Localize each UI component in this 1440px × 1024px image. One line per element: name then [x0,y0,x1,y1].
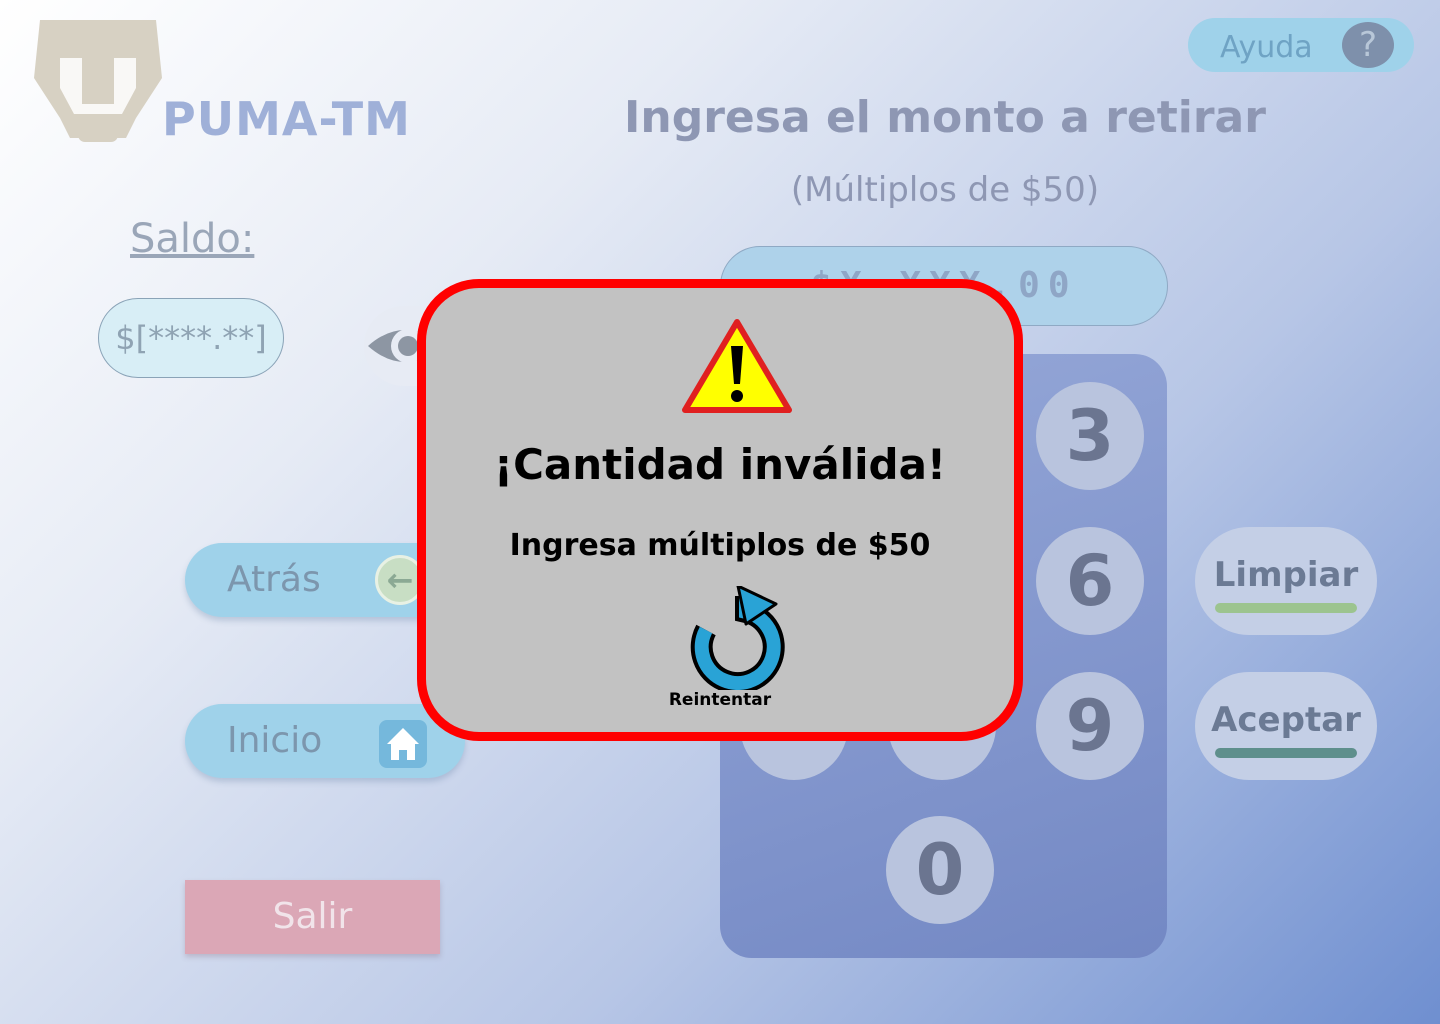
home-label: Inicio [227,720,323,761]
brand-name: PUMA-TM [162,92,411,146]
accept-button[interactable]: Aceptar [1195,672,1377,780]
dialog-message: Ingresa múltiplos de $50 [509,528,931,563]
clear-underline [1215,603,1357,613]
balance-label: Saldo: [130,216,255,262]
retry-icon[interactable] [684,586,788,690]
page-subtitle: (Múltiplos de $50) [790,170,1100,210]
help-label: Ayuda [1220,30,1313,65]
retry-label[interactable]: Reintentar [426,690,1014,710]
dialog-title: ¡Cantidad inválida! [493,440,947,489]
back-label: Atrás [227,559,321,600]
key-9[interactable]: 9 [1036,672,1144,780]
home-icon [379,720,427,768]
key-3[interactable]: 3 [1036,382,1144,490]
puma-logo-icon [34,20,162,142]
clear-label: Limpiar [1213,555,1359,595]
key-6[interactable]: 6 [1036,527,1144,635]
help-button[interactable]: Ayuda ? [1188,18,1414,72]
balance-value: $[****.**] [98,298,284,378]
accept-underline [1215,748,1357,758]
accept-label: Aceptar [1211,700,1361,740]
home-button[interactable]: Inicio [185,704,465,778]
key-0[interactable]: 0 [886,816,994,924]
warning-icon [682,319,792,413]
exit-button[interactable]: Salir [185,880,440,954]
clear-button[interactable]: Limpiar [1195,527,1377,635]
error-dialog: ¡Cantidad inválida! Ingresa múltiplos de… [417,279,1023,741]
page-title: Ingresa el monto a retirar [624,92,1266,143]
question-icon: ? [1342,22,1394,68]
